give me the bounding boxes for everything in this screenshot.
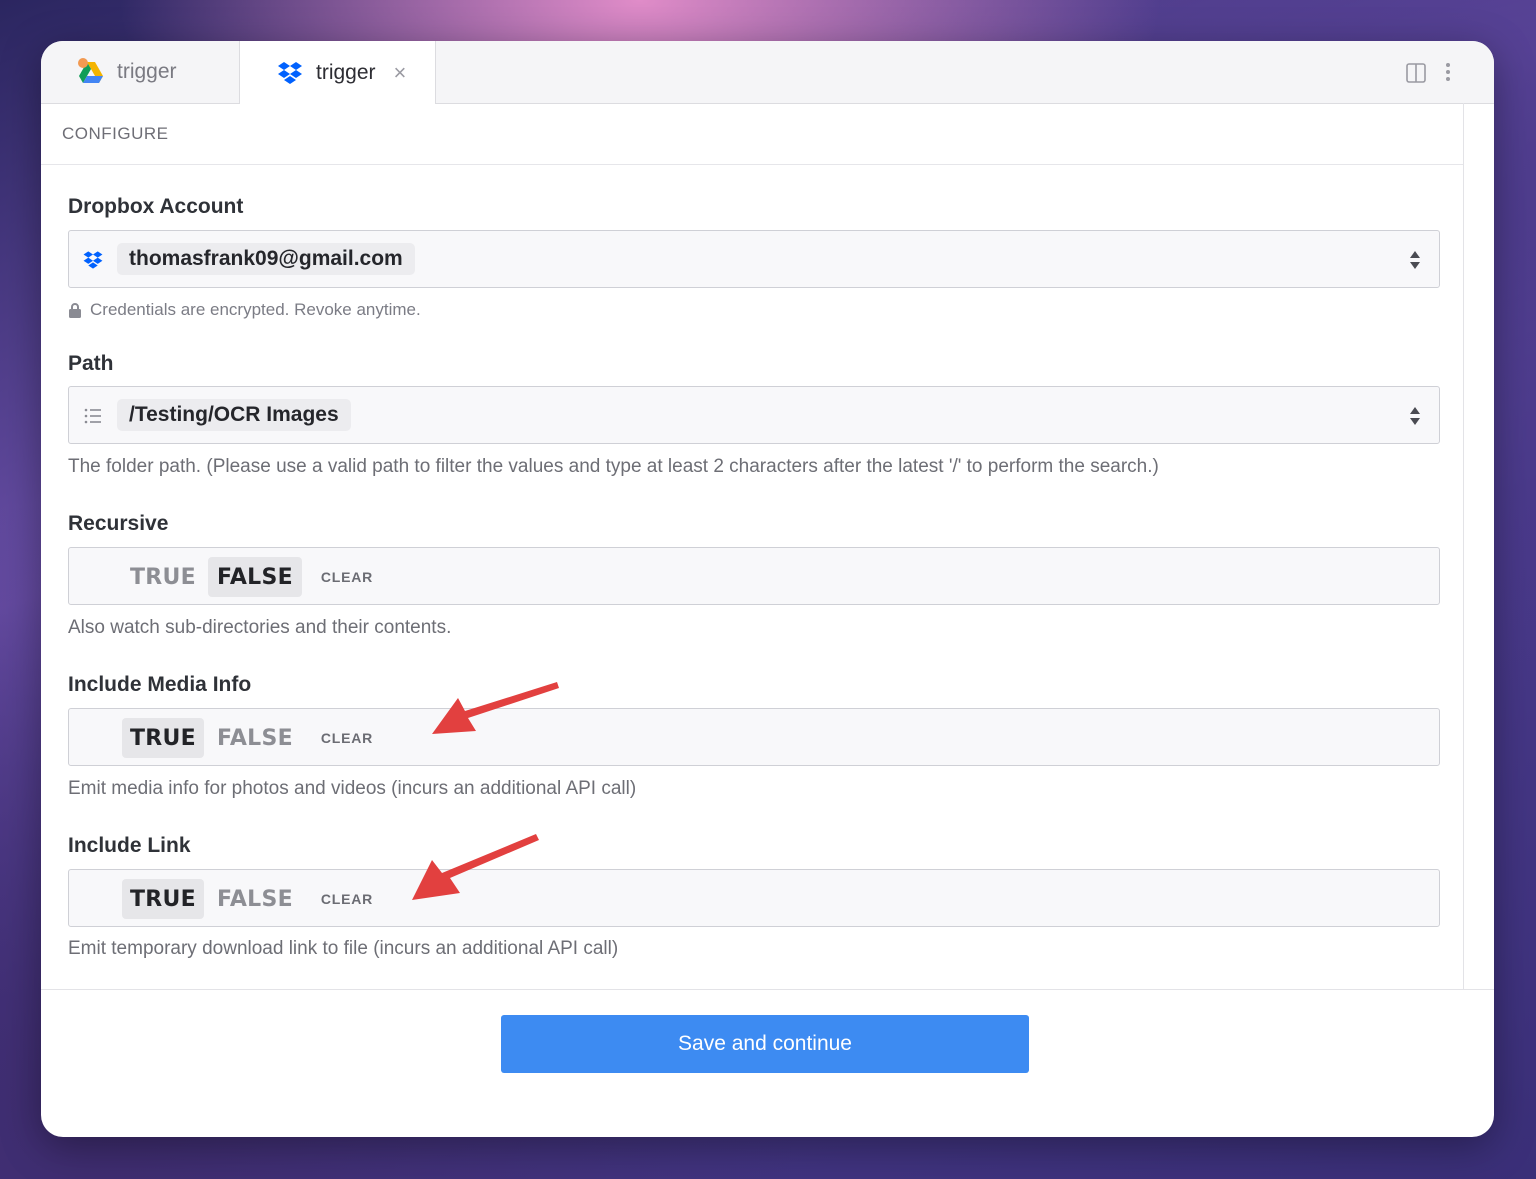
media-info-clear-button[interactable]: CLEAR (312, 718, 382, 758)
dropbox-icon (276, 59, 304, 87)
account-label: Dropbox Account (68, 195, 244, 218)
include-link-clear-button[interactable]: CLEAR (312, 879, 382, 919)
media-info-false-button[interactable]: FALSE (208, 718, 302, 758)
credentials-note-text: Credentials are encrypted. Revoke anytim… (90, 300, 421, 319)
media-info-label: Include Media Info (68, 673, 252, 696)
recursive-label: Recursive (68, 512, 169, 535)
path-help: The folder path. (Please use a valid pat… (68, 456, 1159, 477)
save-and-continue-button[interactable]: Save and continue (501, 1015, 1029, 1073)
select-arrows-icon (1409, 250, 1421, 270)
account-value: thomasfrank09@gmail.com (117, 243, 415, 275)
path-value: /Testing/OCR Images (117, 399, 351, 431)
split-view-icon[interactable] (1406, 63, 1426, 83)
more-vertical-icon[interactable] (1443, 61, 1453, 83)
path-select[interactable]: /Testing/OCR Images (68, 386, 1440, 444)
google-drive-icon (77, 58, 105, 86)
select-arrows-icon (1409, 406, 1421, 426)
recursive-toggle-group: TRUE FALSE CLEAR (68, 547, 1440, 605)
section-title: CONFIGURE (41, 103, 1463, 165)
tab-bar: trigger trigger × (41, 41, 1494, 104)
include-link-toggle-group: TRUE FALSE CLEAR (68, 869, 1440, 927)
include-link-true-button[interactable]: TRUE (122, 879, 204, 919)
tab-label: trigger (117, 60, 177, 83)
media-info-help: Emit media info for photos and videos (i… (68, 778, 637, 799)
include-link-label: Include Link (68, 834, 191, 857)
include-link-help: Emit temporary download link to file (in… (68, 938, 619, 959)
recursive-clear-button[interactable]: CLEAR (312, 557, 382, 597)
credentials-note: Credentials are encrypted. Revoke anytim… (68, 300, 421, 320)
tab-google-drive-trigger[interactable]: trigger (41, 41, 240, 103)
recursive-false-button[interactable]: FALSE (208, 557, 302, 597)
tab-label: trigger (316, 60, 376, 84)
include-link-false-button[interactable]: FALSE (208, 879, 302, 919)
annotation-arrow-icon (412, 834, 539, 900)
account-select[interactable]: thomasfrank09@gmail.com (68, 230, 1440, 288)
footer-divider (41, 989, 1494, 990)
tab-dropbox-trigger[interactable]: trigger × (240, 41, 436, 104)
close-icon[interactable]: × (394, 60, 407, 86)
app-window: trigger trigger × CONFIGURE Dropbox Acco… (41, 41, 1494, 1137)
media-info-toggle-group: TRUE FALSE CLEAR (68, 708, 1440, 766)
list-icon (82, 405, 104, 427)
annotation-arrow-icon (432, 682, 559, 734)
recursive-help: Also watch sub-directories and their con… (68, 617, 452, 638)
media-info-true-button[interactable]: TRUE (122, 718, 204, 758)
path-label: Path (68, 352, 114, 375)
dropbox-icon (82, 249, 104, 271)
recursive-true-button[interactable]: TRUE (122, 557, 204, 597)
scrollbar-track[interactable] (1463, 103, 1464, 989)
lock-icon (68, 302, 82, 318)
